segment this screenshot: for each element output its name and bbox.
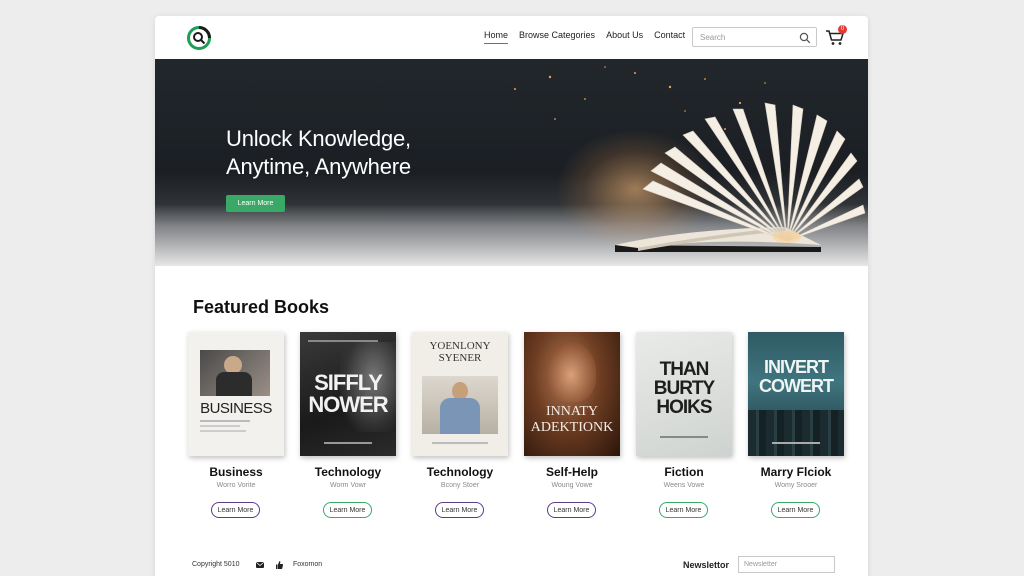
book-learn-more-button[interactable]: Learn More: [323, 502, 372, 518]
nav-browse-categories[interactable]: Browse Categories: [519, 30, 595, 44]
book-cover[interactable]: INNATY ADEKTIONK: [524, 332, 620, 456]
book-card: YOENLONY SYENER Technology Bcony Stoer L…: [412, 332, 508, 532]
mail-icon[interactable]: [255, 560, 265, 570]
book-card: SIFFLY NOWER Technology Worm Vowr Learn …: [300, 332, 396, 532]
nav-contact[interactable]: Contact: [654, 30, 685, 44]
book-learn-more-button[interactable]: Learn More: [211, 502, 260, 518]
book-author: Worm Vowr: [329, 482, 367, 489]
book-learn-more-button[interactable]: Learn More: [435, 502, 484, 518]
book-author: Weens Vowe: [663, 482, 705, 489]
search-icon[interactable]: [799, 32, 811, 44]
search-input[interactable]: [693, 32, 793, 42]
book-category: Business: [209, 465, 263, 479]
book-cover[interactable]: THAN BURTY HOIKS: [636, 332, 732, 456]
book-author: Worro Vorite: [216, 482, 256, 489]
copyright-text: Copyright 5010: [192, 561, 240, 568]
book-card: INNATY ADEKTIONK Self-Help Woung Vowe Le…: [524, 332, 620, 532]
cover-title: YOENLONY SYENER: [429, 340, 491, 364]
open-book-image: [514, 66, 866, 252]
newsletter-input[interactable]: [738, 556, 835, 573]
logo-icon[interactable]: [186, 25, 212, 51]
search-box: [692, 27, 817, 47]
book-cover[interactable]: INIVERT COWERT: [748, 332, 844, 456]
book-learn-more-button[interactable]: Learn More: [771, 502, 820, 518]
book-category: Marry Flciok: [760, 465, 832, 479]
nav-home[interactable]: Home: [484, 30, 509, 44]
book-category: Fiction: [664, 465, 704, 479]
book-author: Womy Srooer: [774, 482, 818, 489]
book-cover[interactable]: YOENLONY SYENER: [412, 332, 508, 456]
page: Home Browse Categories About Us Contact …: [155, 16, 868, 576]
cover-title: SIFFLY NOWER: [308, 370, 388, 417]
book-card: BUSINESS Business Worro Vorite Learn Mor…: [188, 332, 284, 532]
site-header: Home Browse Categories About Us Contact …: [155, 16, 868, 59]
book-category: Technology: [314, 465, 382, 479]
newsletter-label: Newslettor: [683, 560, 730, 570]
footer-link[interactable]: Foxomon: [293, 561, 322, 568]
cover-title: THAN BURTY HOIKS: [653, 359, 715, 418]
cover-title: INNATY ADEKTIONK: [530, 404, 614, 435]
book-author: Bcony Stoer: [440, 482, 480, 489]
book-category: Self-Help: [545, 465, 598, 479]
book-card: INIVERT COWERT Marry Flciok Womy Srooer …: [748, 332, 844, 532]
book-author: Woung Vowe: [551, 482, 593, 489]
book-card: THAN BURTY HOIKS Fiction Weens Vowe Lear…: [636, 332, 732, 532]
main-nav: Home Browse Categories About Us Contact: [484, 30, 685, 44]
cover-photo: [422, 376, 498, 434]
featured-books-row: BUSINESS Business Worro Vorite Learn Mor…: [188, 332, 848, 532]
featured-books-heading: Featured Books: [193, 297, 330, 317]
site-footer: Copyright 5010 Foxomon Newslettor: [155, 554, 868, 576]
book-learn-more-button[interactable]: Learn More: [547, 502, 596, 518]
cart-count-badge: 0: [838, 25, 847, 34]
hero-banner: Unlock Knowledge, Anytime, Anywhere Lear…: [155, 59, 868, 266]
cover-title: BUSINESS: [200, 400, 272, 417]
hero-learn-more-button[interactable]: Learn More: [226, 195, 285, 212]
thumbs-up-icon[interactable]: [274, 560, 284, 570]
book-learn-more-button[interactable]: Learn More: [659, 502, 708, 518]
cart-button[interactable]: 0: [824, 25, 847, 47]
hero-title: Unlock Knowledge, Anytime, Anywhere: [226, 126, 411, 179]
book-cover[interactable]: SIFFLY NOWER: [300, 332, 396, 456]
cover-title: INIVERT COWERT: [759, 357, 834, 396]
nav-about-us[interactable]: About Us: [606, 30, 643, 44]
book-category: Technology: [426, 465, 494, 479]
book-cover[interactable]: BUSINESS: [188, 332, 284, 456]
cover-photo: [200, 350, 270, 396]
